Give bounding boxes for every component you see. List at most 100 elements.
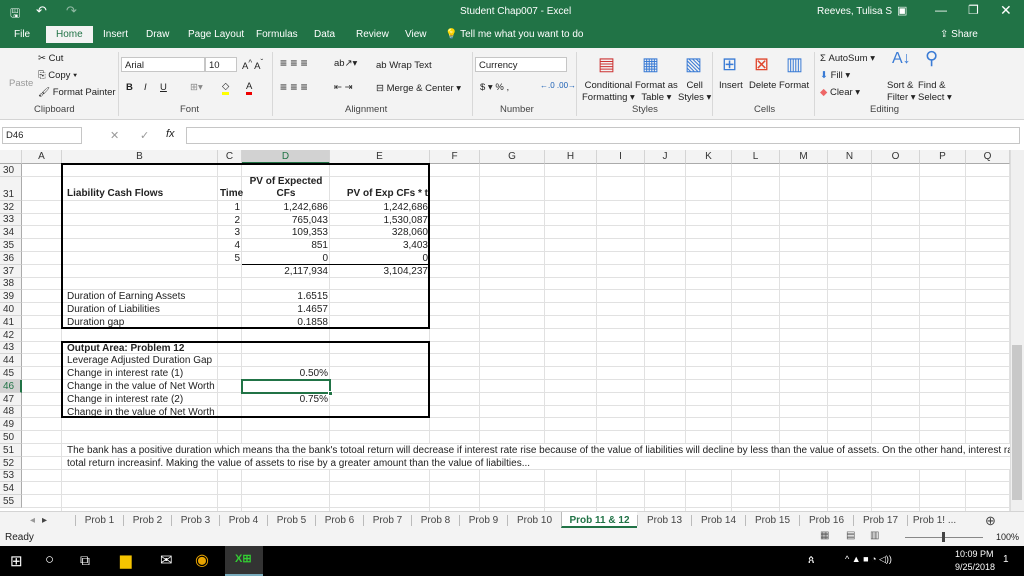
- delete-cells-button[interactable]: Delete: [749, 80, 776, 91]
- tab-review[interactable]: Review: [356, 29, 389, 40]
- wrap-text-button[interactable]: ab Wrap Text: [376, 60, 432, 71]
- save-icon[interactable]: 🖫: [10, 4, 20, 25]
- paste-button[interactable]: Paste: [9, 78, 33, 89]
- conditional-formatting-icon[interactable]: ▤: [598, 54, 615, 75]
- insert-function-button[interactable]: fx: [166, 128, 175, 140]
- row-header-53[interactable]: 53: [0, 469, 22, 483]
- row-header-35[interactable]: 35: [0, 239, 22, 252]
- column-header-M[interactable]: M: [780, 150, 828, 164]
- row-header-51[interactable]: 51: [0, 444, 22, 457]
- format-table-icon[interactable]: ▦: [642, 54, 659, 75]
- redo-icon[interactable]: ↷: [66, 3, 77, 19]
- column-header-I[interactable]: I: [597, 150, 645, 164]
- normal-view-icon[interactable]: ▦: [820, 530, 829, 541]
- decimal-icon[interactable]: ←.0 .00→: [540, 81, 576, 90]
- selected-cell-D46[interactable]: [241, 379, 331, 394]
- font-name-select[interactable]: Arial: [121, 57, 205, 72]
- row-header-38[interactable]: 38: [0, 277, 22, 291]
- sheet-tab-prob-17[interactable]: Prob 17: [853, 515, 907, 526]
- column-header-F[interactable]: F: [430, 150, 480, 164]
- tray-icons[interactable]: ^ ▲ ■ ◔ ◁)): [845, 554, 892, 565]
- column-header-G[interactable]: G: [480, 150, 545, 164]
- share-button[interactable]: ⇪ Share: [940, 29, 978, 40]
- format-cells-button[interactable]: Format: [779, 80, 809, 91]
- tab-formulas[interactable]: Formulas: [256, 29, 298, 40]
- cell-B51[interactable]: The bank has a positive duration which m…: [65, 445, 1024, 458]
- search-icon[interactable]: ○: [45, 551, 54, 568]
- grow-font-button[interactable]: A^ Aˇ: [242, 58, 263, 72]
- format-painter-button[interactable]: 🖌 Format Painter: [38, 87, 116, 98]
- mail-icon[interactable]: ✉: [160, 551, 173, 569]
- cell-styles-button[interactable]: Cell Styles ▾: [678, 80, 711, 104]
- user-name[interactable]: Reeves, Tulisa S: [817, 6, 892, 17]
- sheet-tab-prob-7[interactable]: Prob 7: [363, 515, 411, 526]
- currency-button[interactable]: $ ▾ % ,: [480, 82, 509, 93]
- cut-button[interactable]: ✂ Cut: [38, 53, 63, 64]
- fill-handle[interactable]: [328, 391, 333, 396]
- sheet-tab-prob-4[interactable]: Prob 4: [219, 515, 267, 526]
- scroll-left-icon[interactable]: ◂: [30, 515, 35, 526]
- row-header-41[interactable]: 41: [0, 316, 22, 329]
- sheet-tab-prob-15[interactable]: Prob 15: [745, 515, 799, 526]
- sheet-tab-prob-13[interactable]: Prob 13: [637, 515, 691, 526]
- format-as-table-button[interactable]: Format as Table ▾: [635, 80, 678, 104]
- align-left-icon[interactable]: ≡ ≡ ≡: [280, 80, 308, 94]
- orientation-icon[interactable]: ab↗▾: [334, 58, 357, 69]
- column-header-K[interactable]: K: [686, 150, 732, 164]
- insert-cells-icon[interactable]: ⊞: [722, 54, 737, 75]
- tab-home[interactable]: Home: [46, 26, 93, 43]
- sheet-tab-prob-10[interactable]: Prob 10: [507, 515, 561, 526]
- sheet-tab-prob-5[interactable]: Prob 5: [267, 515, 315, 526]
- merge-center-button[interactable]: ⊟ Merge & Center ▾: [376, 83, 461, 94]
- italic-button[interactable]: I: [144, 82, 147, 93]
- sheet-tab-prob-6[interactable]: Prob 6: [315, 515, 363, 526]
- column-header-D[interactable]: D: [242, 150, 330, 164]
- row-header-43[interactable]: 43: [0, 341, 22, 355]
- sheet-tab-prob-2[interactable]: Prob 2: [123, 515, 171, 526]
- enter-icon[interactable]: ✓: [140, 129, 149, 142]
- row-header-33[interactable]: 33: [0, 213, 22, 227]
- column-header-A[interactable]: A: [22, 150, 62, 164]
- format-cells-icon[interactable]: ▥: [786, 54, 803, 75]
- new-sheet-icon[interactable]: ⊕: [985, 513, 996, 529]
- row-header-52[interactable]: 52: [0, 456, 22, 470]
- chrome-icon[interactable]: ◉: [195, 550, 209, 570]
- autosum-button[interactable]: Σ AutoSum ▾: [820, 53, 875, 64]
- name-box[interactable]: D46: [2, 127, 82, 144]
- task-view-icon[interactable]: ⧉: [80, 552, 90, 569]
- cell-styles-icon[interactable]: ▧: [685, 54, 702, 75]
- page-break-icon[interactable]: ▥: [870, 530, 879, 541]
- row-header-30[interactable]: 30: [0, 164, 22, 177]
- row-header-55[interactable]: 55: [0, 495, 22, 508]
- sort-filter-icon[interactable]: A↓: [892, 50, 911, 68]
- align-top-icon[interactable]: ≡ ≡ ≡: [280, 56, 308, 70]
- clock-time[interactable]: 10:09 PM: [955, 549, 994, 559]
- indent-icon[interactable]: ⇤ ⇥: [334, 82, 353, 93]
- tell-me-search[interactable]: 💡 Tell me what you want to do: [445, 29, 583, 40]
- sheet-tab-prob-3[interactable]: Prob 3: [171, 515, 219, 526]
- sheet-tab-prob-8[interactable]: Prob 8: [411, 515, 459, 526]
- sheet-tab-prob-14[interactable]: Prob 14: [691, 515, 745, 526]
- row-header-45[interactable]: 45: [0, 367, 22, 380]
- borders-icon[interactable]: ⊞▾: [190, 82, 203, 93]
- file-explorer-icon[interactable]: ▆: [120, 551, 132, 569]
- undo-icon[interactable]: ↶: [36, 3, 47, 19]
- row-header-31[interactable]: 31: [0, 176, 22, 201]
- clock-date[interactable]: 9/25/2018: [955, 562, 995, 572]
- zoom-slider-thumb[interactable]: [942, 532, 945, 542]
- select-all-corner[interactable]: [0, 150, 22, 164]
- row-header-42[interactable]: 42: [0, 328, 22, 342]
- sheet-tab-prob-1-[interactable]: Prob 1! ...: [907, 515, 961, 526]
- column-header-Q[interactable]: Q: [966, 150, 1010, 164]
- font-color-icon[interactable]: A: [246, 81, 253, 95]
- restore-icon[interactable]: ❐: [968, 3, 979, 17]
- find-select-button[interactable]: Find & Select ▾: [918, 80, 952, 104]
- row-header-36[interactable]: 36: [0, 252, 22, 265]
- clear-button[interactable]: ◆ Clear ▾: [820, 87, 860, 98]
- row-header-46[interactable]: 46: [0, 380, 22, 393]
- cell-B52[interactable]: total return increasinf. Making the valu…: [65, 458, 532, 471]
- scroll-right-icon[interactable]: ▸: [42, 515, 47, 526]
- delete-cells-icon[interactable]: ⊠: [754, 54, 769, 75]
- number-format-select[interactable]: Currency: [475, 57, 567, 72]
- column-header-L[interactable]: L: [732, 150, 780, 164]
